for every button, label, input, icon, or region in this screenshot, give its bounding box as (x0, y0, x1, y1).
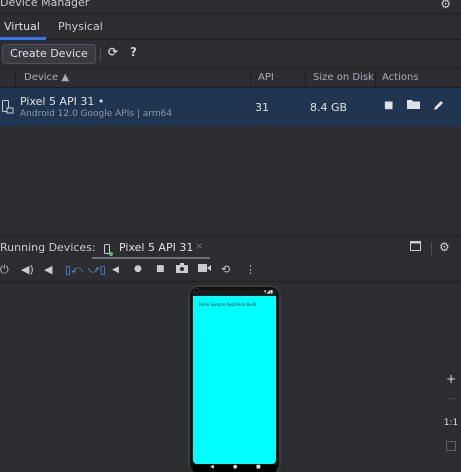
column-divider (15, 69, 16, 87)
column-divider (250, 69, 251, 87)
record-icon[interactable] (198, 263, 211, 276)
more-icon[interactable]: ⋮ (245, 263, 256, 276)
window-title: Device Manager (0, 0, 90, 9)
device-subtitle: Android 12.0 Google APIs | arm64 (20, 109, 173, 119)
gear-icon[interactable]: ⚙ (439, 240, 450, 254)
close-icon[interactable]: × (195, 241, 203, 252)
table-row[interactable]: Pixel 5 API 31 • Android 12.0 Google API… (0, 88, 461, 126)
camera-glyph (176, 263, 188, 273)
home-icon[interactable]: ● (134, 264, 142, 274)
gear-icon[interactable]: ⚙ (440, 0, 451, 11)
running-devices-label: Running Devices: (0, 241, 96, 254)
window-icon[interactable] (410, 240, 421, 254)
zoom-actual-button[interactable]: 1:1 (441, 418, 461, 438)
status-icons: ▾◢▮ (263, 290, 273, 295)
camera-icon[interactable] (176, 263, 188, 276)
zoom-out-button[interactable]: — (441, 394, 461, 414)
window-glyph (410, 241, 421, 251)
video-glyph (198, 264, 211, 272)
phone-icon (2, 100, 14, 114)
header-divider (431, 242, 432, 255)
edit-icon[interactable] (433, 99, 445, 114)
refresh-icon[interactable]: ⟳ (108, 45, 118, 59)
emulator-toolbar: ⏻ ◀) ◀ ▯⤺ ⤻▯ ◀ ● ■ ⟲ ⋮ (0, 260, 461, 282)
status-bar: ▾◢▮ (193, 290, 276, 296)
running-indicator: • (97, 95, 105, 108)
nav-overview-icon[interactable]: ■ (256, 464, 261, 470)
column-device[interactable]: Device ▲ (24, 72, 69, 83)
title-bar: Device Manager ⚙ (0, 0, 461, 14)
zoom-controls: + — 1:1 (441, 370, 461, 466)
navigation-bar: ◀ ● ■ (193, 464, 276, 472)
column-divider (375, 69, 376, 87)
app-text: Hello Sample AppFresh Build (199, 302, 257, 307)
nav-home-icon[interactable]: ● (233, 464, 237, 470)
device-screen[interactable]: ▾◢▮ Hello Sample AppFresh Build (193, 290, 276, 464)
stop-icon[interactable]: ■ (384, 100, 393, 111)
device-frame[interactable]: ▾◢▮ Hello Sample AppFresh Build ◀ ● ■ (188, 285, 281, 472)
running-tab-underline (92, 257, 210, 259)
tab-physical[interactable]: Physical (58, 20, 103, 33)
device-size: 8.4 GB (310, 101, 348, 114)
phone-icon (104, 244, 113, 256)
running-devices-header: Running Devices: Pixel 5 API 31 × ⚙ (0, 236, 461, 260)
snapshot-icon[interactable]: ⟲ (221, 263, 230, 276)
device-list-empty-space (0, 126, 461, 236)
column-divider (305, 69, 306, 87)
emulator-display-area: ▾◢▮ Hello Sample AppFresh Build ◀ ● ■ (0, 282, 461, 472)
help-icon[interactable]: ? (130, 45, 137, 59)
rotate-left-icon[interactable]: ▯⤺ (65, 263, 83, 277)
column-api[interactable]: API (258, 72, 274, 83)
pencil-glyph (434, 101, 443, 110)
nav-back-icon[interactable]: ◀ (210, 464, 214, 470)
folder-glyph (407, 100, 420, 109)
device-name: Pixel 5 API 31 • (20, 95, 104, 108)
device-table-header: Device ▲ API Size on Disk Actions (0, 68, 461, 88)
fit-screen-icon[interactable] (441, 440, 461, 460)
create-device-button[interactable]: Create Device (2, 44, 96, 64)
toolbar-divider (100, 47, 101, 61)
back-icon[interactable]: ◀ (112, 265, 119, 275)
device-type-tabs: Virtual Physical (0, 14, 461, 40)
column-size[interactable]: Size on Disk (313, 72, 374, 83)
device-api: 31 (255, 101, 269, 114)
volume-up-icon[interactable]: ◀) (21, 263, 34, 276)
rotate-right-icon[interactable]: ⤻▯ (88, 263, 106, 277)
camera-cutout (194, 288, 199, 293)
power-icon[interactable]: ⏻ (0, 263, 9, 277)
folder-icon[interactable] (407, 99, 420, 113)
tab-virtual[interactable]: Virtual (4, 20, 40, 33)
column-actions: Actions (382, 72, 419, 83)
device-toolbar: Create Device ⟳ ? (0, 40, 461, 68)
device-name-text: Pixel 5 API 31 (20, 95, 95, 108)
zoom-in-button[interactable]: + (441, 372, 461, 392)
running-device-tab[interactable]: Pixel 5 API 31 (119, 241, 193, 254)
volume-down-icon[interactable]: ◀ (44, 263, 52, 276)
overview-icon[interactable]: ■ (156, 264, 165, 274)
fit-glyph (446, 441, 456, 451)
